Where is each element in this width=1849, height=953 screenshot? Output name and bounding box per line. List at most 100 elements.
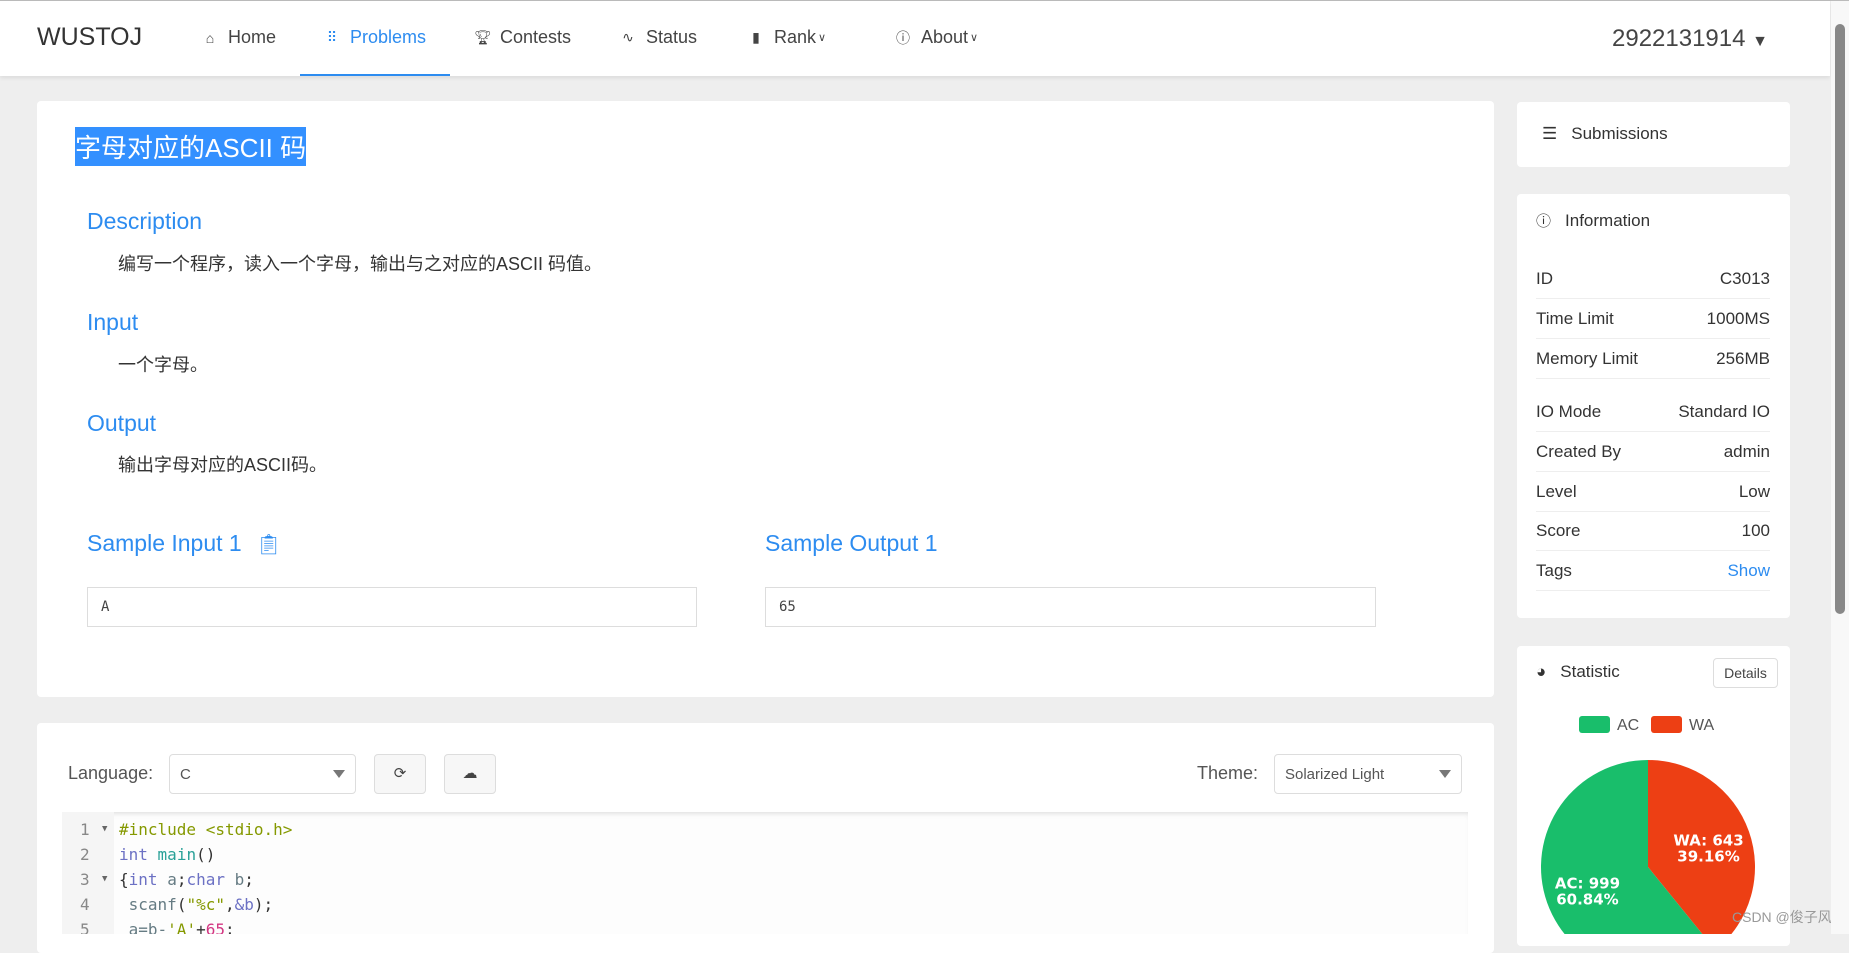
active-underline: [300, 74, 450, 76]
info-row: Level Low: [1536, 482, 1770, 512]
info-value: 1000MS: [1706, 309, 1770, 328]
refresh-icon: ⟳: [393, 765, 407, 782]
theme-label: Theme:: [1197, 763, 1259, 783]
nav-problems[interactable]: ⠿ Problems: [324, 27, 426, 48]
output-heading: Output: [87, 410, 157, 436]
info-key: Level: [1536, 482, 1577, 501]
sample-input-box: A: [87, 587, 697, 627]
line-number: 1: [80, 820, 90, 839]
trophy-icon: 🏆︎: [474, 29, 492, 45]
upload-button[interactable]: ☁: [444, 754, 496, 794]
nav-contests[interactable]: 🏆︎ Contests: [474, 27, 571, 48]
info-value: Standard IO: [1678, 402, 1770, 421]
legend-label-wa: WA: [1689, 717, 1715, 734]
problem-title: 字母对应的ASCII 码: [75, 127, 307, 166]
nav-rank[interactable]: ▮ Rank ∨: [748, 27, 826, 48]
legend-swatch-ac: [1579, 716, 1610, 733]
scrollbar-thumb[interactable]: [1835, 24, 1845, 614]
caret-down-icon: ▼: [1752, 33, 1768, 50]
output-text: 输出字母对应的ASCII码。: [118, 455, 328, 475]
info-row: Memory Limit 256MB: [1536, 349, 1770, 379]
bar-chart-icon: ▮: [752, 29, 760, 45]
pie-data-label: 39.16%: [1677, 848, 1739, 866]
code-line: a=b-'A'+65;: [128, 920, 235, 934]
line-number: 3: [80, 870, 90, 889]
line-number: 5: [80, 920, 90, 934]
sample-input-label: Sample Input 1: [87, 530, 242, 556]
nav-label: About: [921, 27, 969, 47]
caret-down-icon: [1439, 770, 1451, 778]
reset-code-button[interactable]: ⟳: [374, 754, 426, 794]
input-text: 一个字母。: [118, 355, 208, 375]
info-key: Memory Limit: [1536, 349, 1639, 368]
cloud-upload-icon: ☁: [462, 765, 478, 782]
info-value[interactable]: Show: [1727, 561, 1770, 581]
chevron-down-icon: ∨: [818, 32, 827, 44]
nav-label: Contests: [500, 27, 572, 47]
info-value: Low: [1738, 482, 1770, 501]
scrollbar[interactable]: [1831, 1, 1849, 934]
nav-label: Problems: [350, 27, 427, 47]
info-value: 100: [1741, 521, 1770, 540]
home-icon: ⌂: [205, 29, 215, 46]
theme-select[interactable]: Solarized Light: [1274, 754, 1462, 794]
input-heading: Input: [87, 309, 139, 335]
info-row: Tags Show: [1536, 561, 1770, 591]
submissions-link[interactable]: ☰ Submissions: [1542, 124, 1668, 144]
pulse-icon: ∿: [622, 29, 634, 45]
navbar: WUSTOJ ⌂ Home ⠿ Problems 🏆︎ Contests ∿ Statu…: [0, 1, 1830, 76]
info-key: IO Mode: [1536, 402, 1602, 421]
sample-output-heading: Sample Output 1: [765, 530, 938, 556]
info-value: admin: [1723, 442, 1770, 461]
info-row: ID C3013: [1536, 269, 1770, 299]
info-key: Time Limit: [1536, 309, 1614, 328]
info-icon: ⓘ: [896, 29, 910, 46]
language-select[interactable]: C: [169, 754, 356, 794]
username: 2922131914: [1612, 25, 1746, 52]
code-line: {int a;char b;: [119, 870, 254, 889]
nav-label: Rank: [774, 27, 817, 47]
info-value: 256MB: [1716, 349, 1770, 368]
language-label: Language:: [68, 763, 154, 783]
line-number: 2: [80, 845, 90, 864]
info-key: Score: [1536, 521, 1581, 540]
info-key: Created By: [1536, 442, 1622, 461]
chevron-down-icon: ∨: [970, 32, 979, 44]
info-row: Time Limit 1000MS: [1536, 309, 1770, 339]
grid-icon: ⠿: [326, 29, 338, 45]
submissions-label: Submissions: [1571, 124, 1668, 143]
info-row: Created By admin: [1536, 442, 1770, 472]
pie-data-label: 60.84%: [1556, 890, 1618, 908]
details-button[interactable]: Details: [1713, 658, 1778, 688]
nav-home[interactable]: ⌂ Home: [202, 27, 276, 48]
info-icon: ⓘ: [1536, 213, 1552, 230]
list-icon: ☰: [1542, 124, 1558, 143]
info-row: Score 100: [1536, 521, 1770, 551]
pie-chart-icon: ◕: [1536, 662, 1547, 681]
legend-label-ac: AC: [1617, 717, 1639, 734]
code-line: #include <stdio.h>: [119, 820, 293, 839]
statistic-pie-chart: AC WAWA: 64339.16%AC: 99960.84%: [1541, 716, 1755, 934]
nav-status[interactable]: ∿ Status: [620, 27, 697, 48]
watermark: CSDN @俊子风: [1732, 909, 1832, 925]
information-label: Information: [1565, 210, 1651, 230]
fold-arrow-icon[interactable]: ▼: [102, 817, 107, 842]
user-menu[interactable]: 2922131914 ▼: [1612, 25, 1768, 53]
code-editor[interactable]: 1 ▼ #include <stdio.h> 2 int main() 3 ▼ {int …: [62, 812, 1468, 934]
info-row: IO Mode Standard IO: [1536, 402, 1770, 432]
nav-about[interactable]: ⓘ About ∨: [895, 27, 978, 48]
information-header: ⓘ Information: [1536, 210, 1650, 231]
clipboard-icon[interactable]: 📋︎: [256, 534, 281, 556]
sample-input-heading: Sample Input 1 📋︎: [87, 530, 282, 557]
sample-output-box: 65: [765, 587, 1376, 627]
info-key: Tags: [1536, 561, 1572, 580]
info-value: C3013: [1719, 269, 1770, 288]
fold-arrow-icon[interactable]: ▼: [102, 867, 107, 892]
code-line: scanf("%c",&b);: [128, 895, 274, 914]
info-key: ID: [1536, 269, 1553, 288]
statistic-label: Statistic: [1560, 662, 1620, 681]
description-text: 编写一个程序，读入一个字母，输出与之对应的ASCII 码值。: [118, 254, 603, 274]
logo[interactable]: WUSTOJ: [37, 23, 142, 52]
legend-swatch-wa: [1651, 716, 1682, 733]
nav-label: Status: [646, 27, 698, 47]
